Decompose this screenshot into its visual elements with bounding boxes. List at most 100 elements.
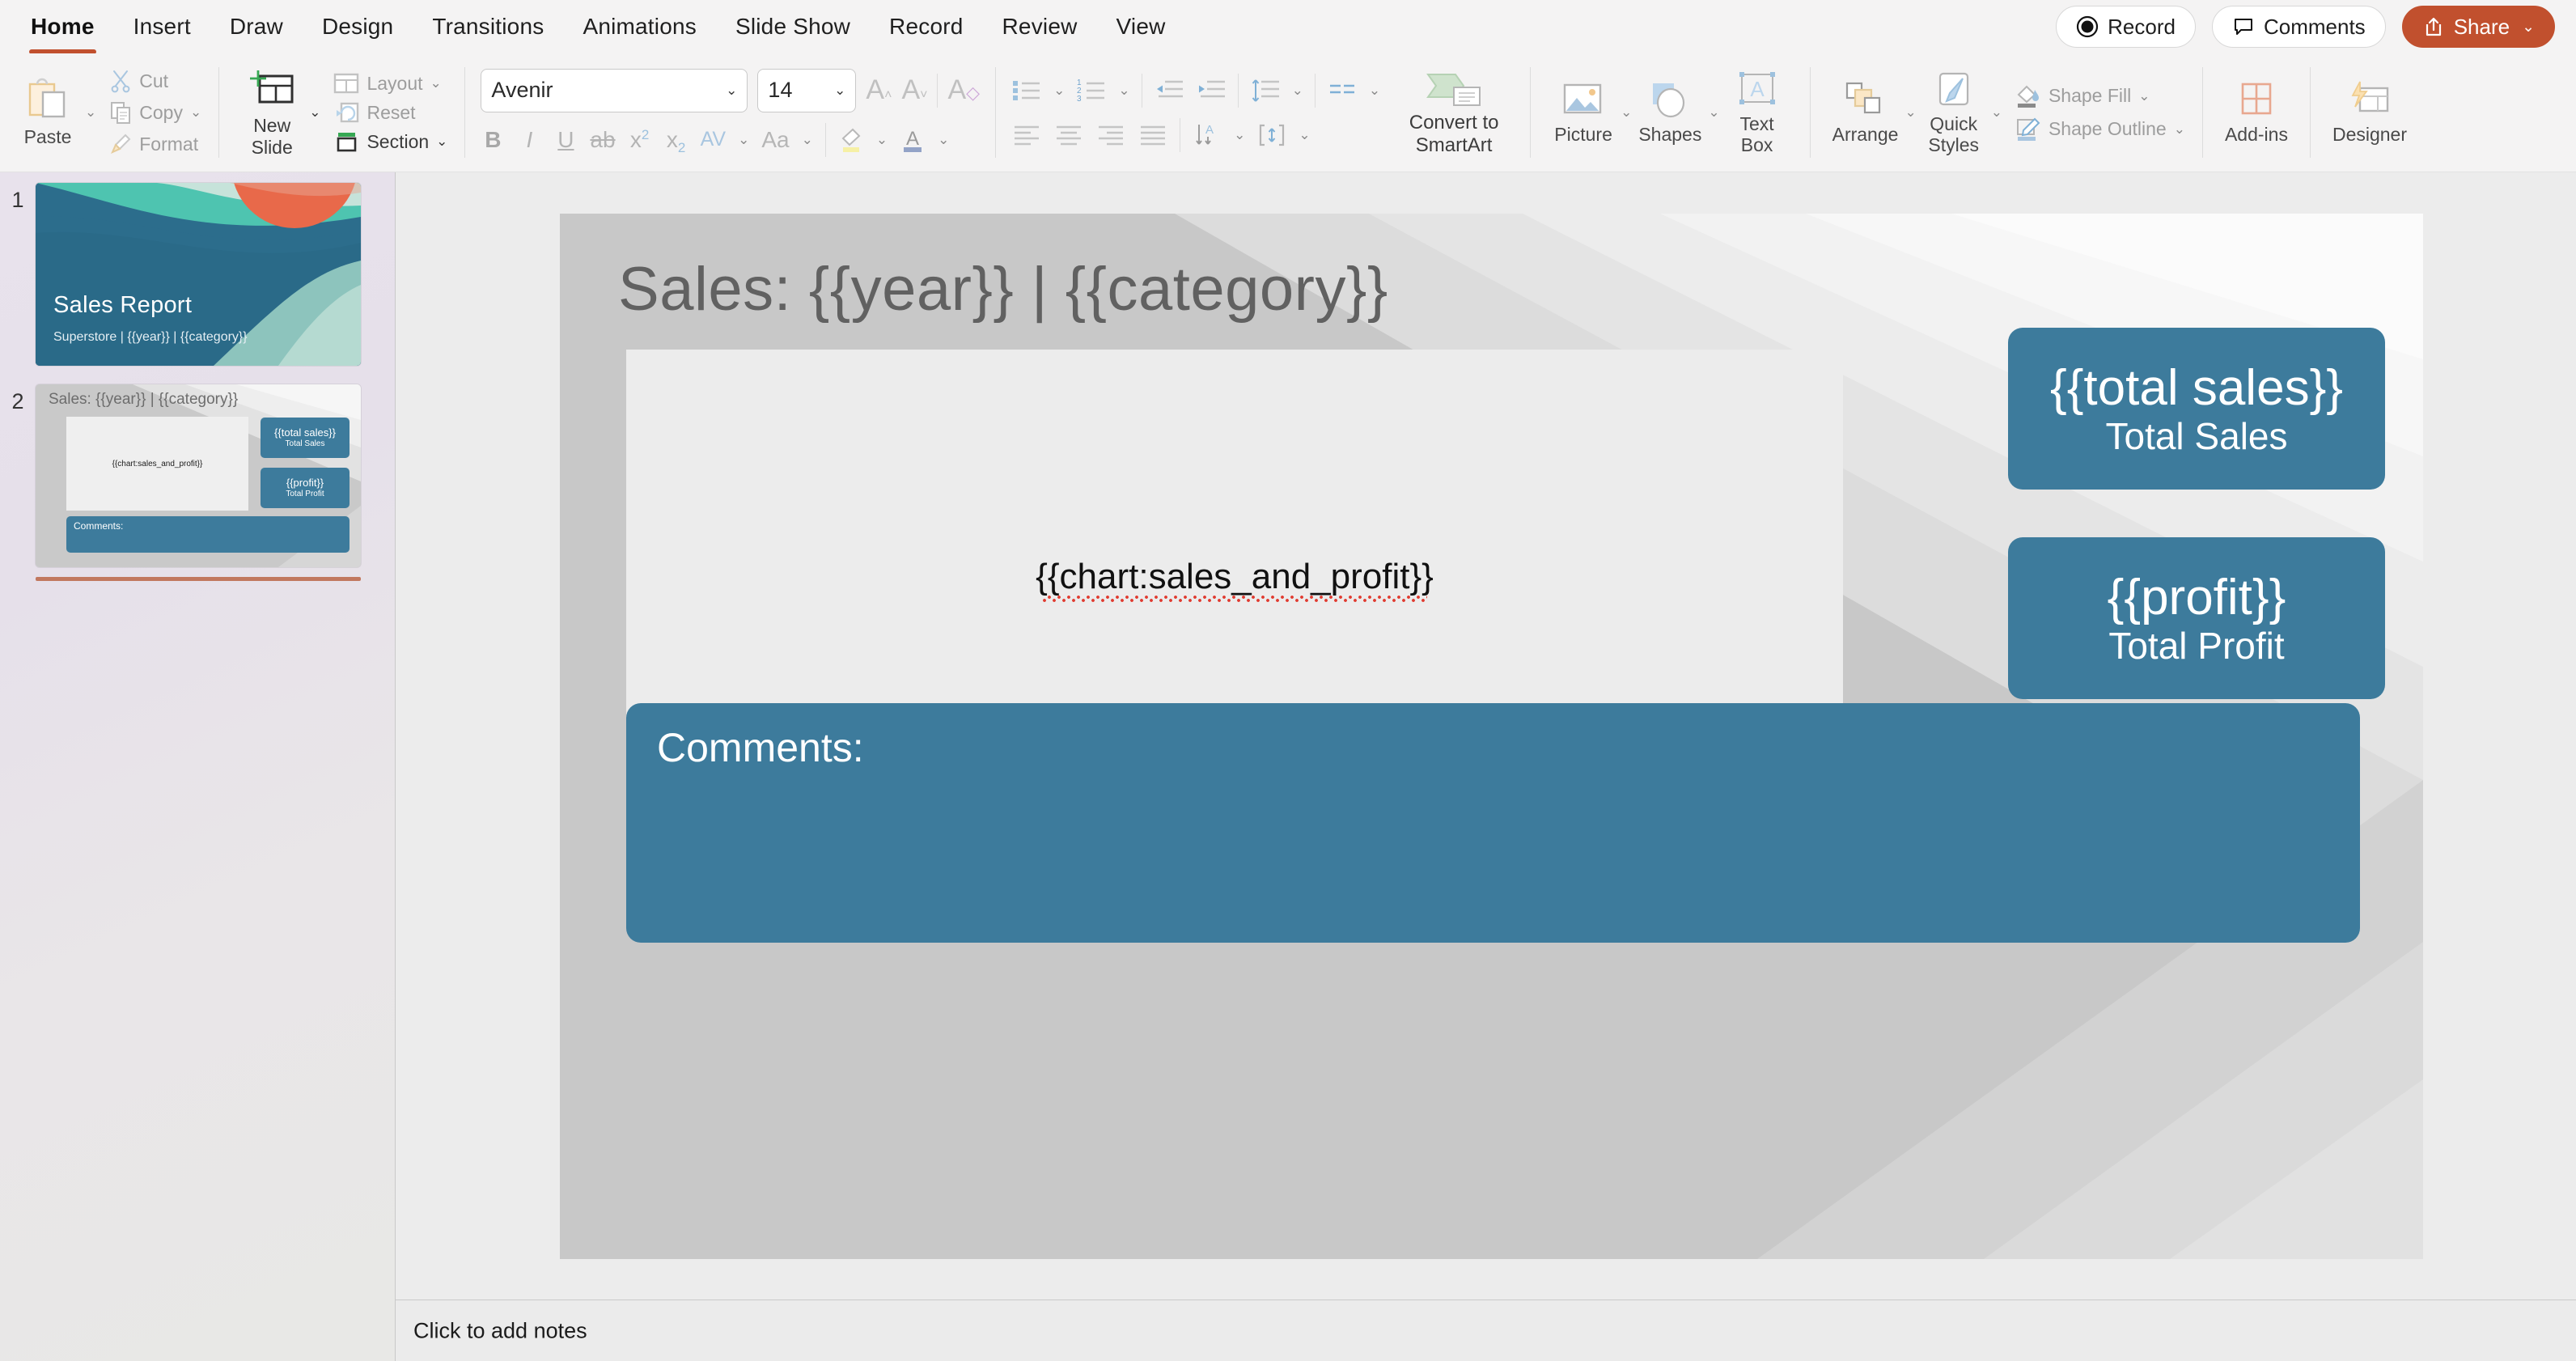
paste-chevron-down-icon[interactable]: ⌄ (85, 104, 96, 121)
add-ins-button[interactable]: Add-ins (2218, 77, 2294, 147)
shape-fill-button[interactable]: Shape Fill ⌄ (2012, 83, 2187, 110)
copy-chevron-down-icon[interactable]: ⌄ (190, 104, 201, 121)
increase-font-size-button[interactable]: A ˄ (866, 74, 892, 106)
tab-draw[interactable]: Draw (210, 9, 303, 45)
slide-thumbnail-2[interactable]: 2 Sales: {{year}} | {{category}} {{chart… (0, 384, 361, 567)
columns-icon[interactable] (1327, 78, 1358, 104)
change-case-button[interactable]: Aa (761, 127, 789, 153)
align-text-vertical-icon[interactable] (1256, 122, 1287, 148)
text-highlight-chevron-down-icon[interactable]: ⌄ (876, 132, 888, 148)
copy-button[interactable]: Copy ⌄ (108, 100, 203, 125)
new-slide-chevron-down-icon[interactable]: ⌄ (309, 104, 320, 121)
shape-fill-chevron-down-icon[interactable]: ⌄ (2138, 88, 2150, 104)
record-button[interactable]: Record (2056, 6, 2196, 48)
slide-2-stat-card-1-value: {{total sales}} (274, 426, 336, 439)
eraser-icon: ◇ (966, 83, 981, 103)
shape-outline-chevron-down-icon[interactable]: ⌄ (2174, 121, 2185, 138)
tab-animations[interactable]: Animations (563, 9, 716, 45)
tab-review[interactable]: Review (983, 9, 1097, 45)
font-color-chevron-down-icon[interactable]: ⌄ (938, 132, 949, 148)
align-right-icon[interactable] (1095, 123, 1126, 147)
italic-button[interactable]: I (517, 127, 541, 153)
convert-to-smartart-button[interactable]: Convert to SmartArt (1393, 66, 1515, 159)
tab-design[interactable]: Design (303, 9, 413, 45)
comments-box[interactable]: Comments: (626, 703, 2360, 943)
slide-editor[interactable]: Sales: {{year}} | {{category}} {{chart:s… (560, 214, 2423, 1259)
notes-pane[interactable]: Click to add notes (396, 1300, 2576, 1361)
text-box-label-line2: Box (1740, 134, 1773, 155)
tab-transitions[interactable]: Transitions (413, 9, 563, 45)
slide-thumbnail-1[interactable]: 1 Sales Report Superstore | {{year}} | {… (0, 183, 361, 366)
quick-styles-chevron-down-icon[interactable]: ⌄ (1991, 104, 2002, 121)
shapes-button[interactable]: Shapes (1632, 77, 1708, 147)
convert-to-smartart-label-line1: Convert to (1409, 111, 1499, 134)
font-color-icon[interactable]: A (900, 126, 926, 154)
tab-record[interactable]: Record (870, 9, 982, 45)
tab-slide-show[interactable]: Slide Show (716, 9, 870, 45)
superscript-button[interactable]: x2 (628, 127, 652, 153)
line-spacing-icon[interactable] (1250, 78, 1281, 104)
cut-button[interactable]: Cut (108, 68, 203, 94)
text-box-button[interactable]: A Text Box (1720, 67, 1794, 158)
shapes-chevron-down-icon[interactable]: ⌄ (1708, 104, 1719, 121)
align-text-vertical-chevron-down-icon[interactable]: ⌄ (1299, 127, 1310, 143)
increase-indent-icon[interactable] (1196, 78, 1227, 104)
shape-outline-button[interactable]: Shape Outline ⌄ (2012, 116, 2187, 143)
section-chevron-down-icon[interactable]: ⌄ (436, 134, 447, 150)
font-size-chevron-down-icon[interactable]: ⌄ (834, 83, 845, 99)
arrange-chevron-down-icon[interactable]: ⌄ (1904, 104, 1916, 121)
decrease-indent-icon[interactable] (1154, 78, 1184, 104)
text-direction-chevron-down-icon[interactable]: ⌄ (1234, 127, 1245, 143)
format-painter-button[interactable]: Format (108, 131, 203, 157)
character-spacing-button[interactable]: AV (701, 128, 727, 151)
decrease-font-size-button[interactable]: A ˅ (901, 74, 927, 106)
slide-title[interactable]: Sales: {{year}} | {{category}} (618, 254, 1388, 324)
text-direction-icon[interactable]: A (1192, 122, 1222, 148)
slide-2-preview[interactable]: Sales: {{year}} | {{category}} {{chart:s… (36, 384, 361, 567)
total-profit-card[interactable]: {{profit}} Total Profit (2008, 537, 2385, 699)
section-button[interactable]: Section ⌄ (332, 130, 449, 154)
new-slide-button[interactable]: New Slide (235, 65, 309, 160)
slide-thumbnail-panel[interactable]: 1 Sales Report Superstore | {{year}} | {… (0, 172, 396, 1361)
change-case-chevron-down-icon[interactable]: ⌄ (802, 132, 813, 148)
strikethrough-button[interactable]: ab (590, 127, 615, 153)
subscript-button[interactable]: x2 (664, 127, 688, 155)
total-sales-card[interactable]: {{total sales}} Total Sales (2008, 328, 2385, 490)
font-family-select[interactable]: Avenir ⌄ (481, 68, 748, 112)
arrange-button[interactable]: Arrange (1826, 77, 1905, 147)
columns-chevron-down-icon[interactable]: ⌄ (1369, 83, 1380, 99)
clear-formatting-button[interactable]: A ◇ (947, 74, 980, 106)
comments-button[interactable]: Comments (2211, 6, 2386, 48)
bulleted-list-chevron-down-icon[interactable]: ⌄ (1053, 83, 1065, 99)
picture-button[interactable]: Picture (1546, 77, 1621, 147)
slide-1-preview[interactable]: Sales Report Superstore | {{year}} | {{c… (36, 183, 361, 366)
align-center-icon[interactable] (1053, 123, 1084, 147)
share-chevron-down-icon[interactable]: ⌄ (2522, 18, 2535, 36)
character-spacing-chevron-down-icon[interactable]: ⌄ (738, 132, 749, 148)
bulleted-list-icon[interactable] (1011, 78, 1042, 104)
bold-button[interactable]: B (481, 127, 505, 153)
numbered-list-chevron-down-icon[interactable]: ⌄ (1118, 83, 1129, 99)
chart-placeholder-text-wrap[interactable]: {{chart:sales_and_profit}} (1036, 557, 1434, 602)
tab-home[interactable]: Home (11, 9, 114, 54)
designer-button[interactable]: Designer (2326, 77, 2413, 147)
layout-button[interactable]: Layout ⌄ (332, 72, 449, 95)
tab-insert[interactable]: Insert (114, 9, 210, 45)
picture-chevron-down-icon[interactable]: ⌄ (1621, 104, 1632, 121)
text-highlight-icon[interactable] (838, 126, 864, 154)
font-family-chevron-down-icon[interactable]: ⌄ (726, 83, 737, 99)
reset-button[interactable]: Reset (332, 101, 449, 125)
underline-button[interactable]: U (553, 127, 578, 153)
justify-icon[interactable] (1138, 123, 1168, 147)
share-button[interactable]: Share ⌄ (2401, 6, 2555, 48)
font-size-select[interactable]: 14 ⌄ (757, 68, 857, 112)
layout-chevron-down-icon[interactable]: ⌄ (430, 75, 442, 91)
line-spacing-chevron-down-icon[interactable]: ⌄ (1292, 83, 1303, 99)
paste-button[interactable]: Paste (11, 74, 85, 150)
quick-styles-button[interactable]: Quick Styles (1917, 67, 1991, 158)
slide-2-chart-placeholder: {{chart:sales_and_profit}} (66, 417, 248, 511)
align-left-icon[interactable] (1011, 123, 1042, 147)
tab-view[interactable]: View (1097, 9, 1185, 45)
numbered-list-icon[interactable]: 123 (1076, 78, 1107, 104)
notes-placeholder-text: Click to add notes (413, 1318, 587, 1342)
